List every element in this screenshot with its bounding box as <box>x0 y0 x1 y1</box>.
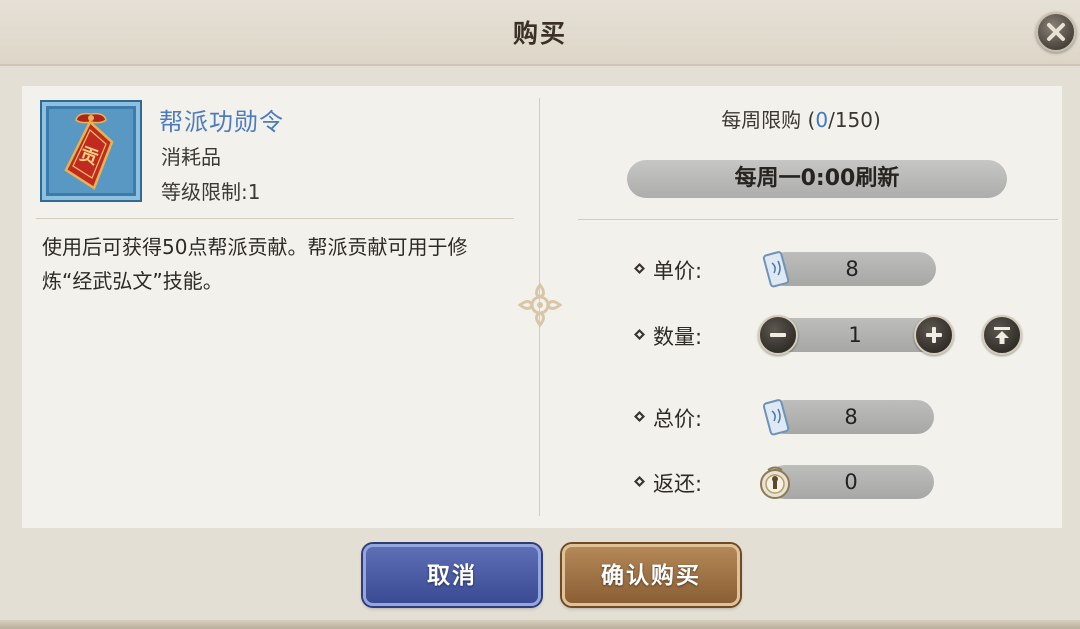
minus-icon <box>770 333 786 337</box>
bottom-border <box>0 620 1080 629</box>
weekly-limit: 每周限购 (0/150) <box>540 104 1062 133</box>
weekly-limit-label: 每周限购 ( <box>721 108 816 132</box>
unit-price-label: 单价: <box>653 259 703 283</box>
bell-coin-icon <box>760 466 790 499</box>
guild-merit-token-icon: 贡 <box>46 106 136 196</box>
refund-row: 返还: 0 <box>540 462 1062 502</box>
dialog-header: 购买 <box>0 0 1080 66</box>
close-button[interactable] <box>1036 12 1076 52</box>
diamond-bullet-icon <box>634 476 645 487</box>
divider <box>36 218 514 219</box>
weekly-limit-max: /150) <box>828 108 881 132</box>
plus-icon <box>926 327 942 343</box>
purchase-panel: 每周限购 (0/150) 每周一0:00刷新 单价: 8 数量: 1 总价: 8… <box>540 86 1062 528</box>
increase-quantity-button[interactable] <box>914 315 954 355</box>
close-icon <box>1047 23 1065 41</box>
cancel-button[interactable]: 取消 <box>363 544 541 606</box>
item-level-label: 等级限制: <box>161 180 248 204</box>
dialog-title: 购买 <box>512 19 567 48</box>
quantity-row: 数量: 1 <box>540 315 1062 355</box>
scroll-currency-icon <box>762 399 790 436</box>
diamond-bullet-icon <box>634 411 645 422</box>
item-level-limit: 等级限制:1 <box>161 176 260 205</box>
item-type: 消耗品 <box>161 145 221 169</box>
refund-label: 返还: <box>653 472 703 496</box>
refresh-time-bar: 每周一0:00刷新 <box>627 160 1007 198</box>
max-quantity-button[interactable] <box>982 315 1022 355</box>
quantity-label: 数量: <box>653 325 703 349</box>
item-level-value: 1 <box>247 180 261 204</box>
total-price-label: 总价: <box>653 407 703 431</box>
item-icon-frame[interactable]: 贡 <box>40 100 142 202</box>
item-description: 使用后可获得50点帮派贡献。帮派贡献可用于修炼“经武弘文”技能。 <box>42 235 468 293</box>
dialog-body: 贡 帮派功勋令 消耗品 等级限制:1 使用后可获得50点帮派贡献。帮派贡献可用于… <box>22 86 1062 528</box>
divider <box>578 219 1058 220</box>
diamond-bullet-icon <box>634 329 645 340</box>
scroll-currency-icon <box>762 251 790 288</box>
item-name: 帮派功勋令 <box>159 108 284 136</box>
max-icon <box>994 327 1010 344</box>
item-info-panel: 贡 帮派功勋令 消耗品 等级限制:1 使用后可获得50点帮派贡献。帮派贡献可用于… <box>22 86 540 528</box>
unit-price-row: 单价: 8 <box>540 249 1062 289</box>
total-price-row: 总价: 8 <box>540 397 1062 437</box>
confirm-purchase-button[interactable]: 确认购买 <box>562 544 740 606</box>
weekly-limit-current: 0 <box>815 108 829 132</box>
diamond-bullet-icon <box>634 263 645 274</box>
decrease-quantity-button[interactable] <box>758 315 798 355</box>
